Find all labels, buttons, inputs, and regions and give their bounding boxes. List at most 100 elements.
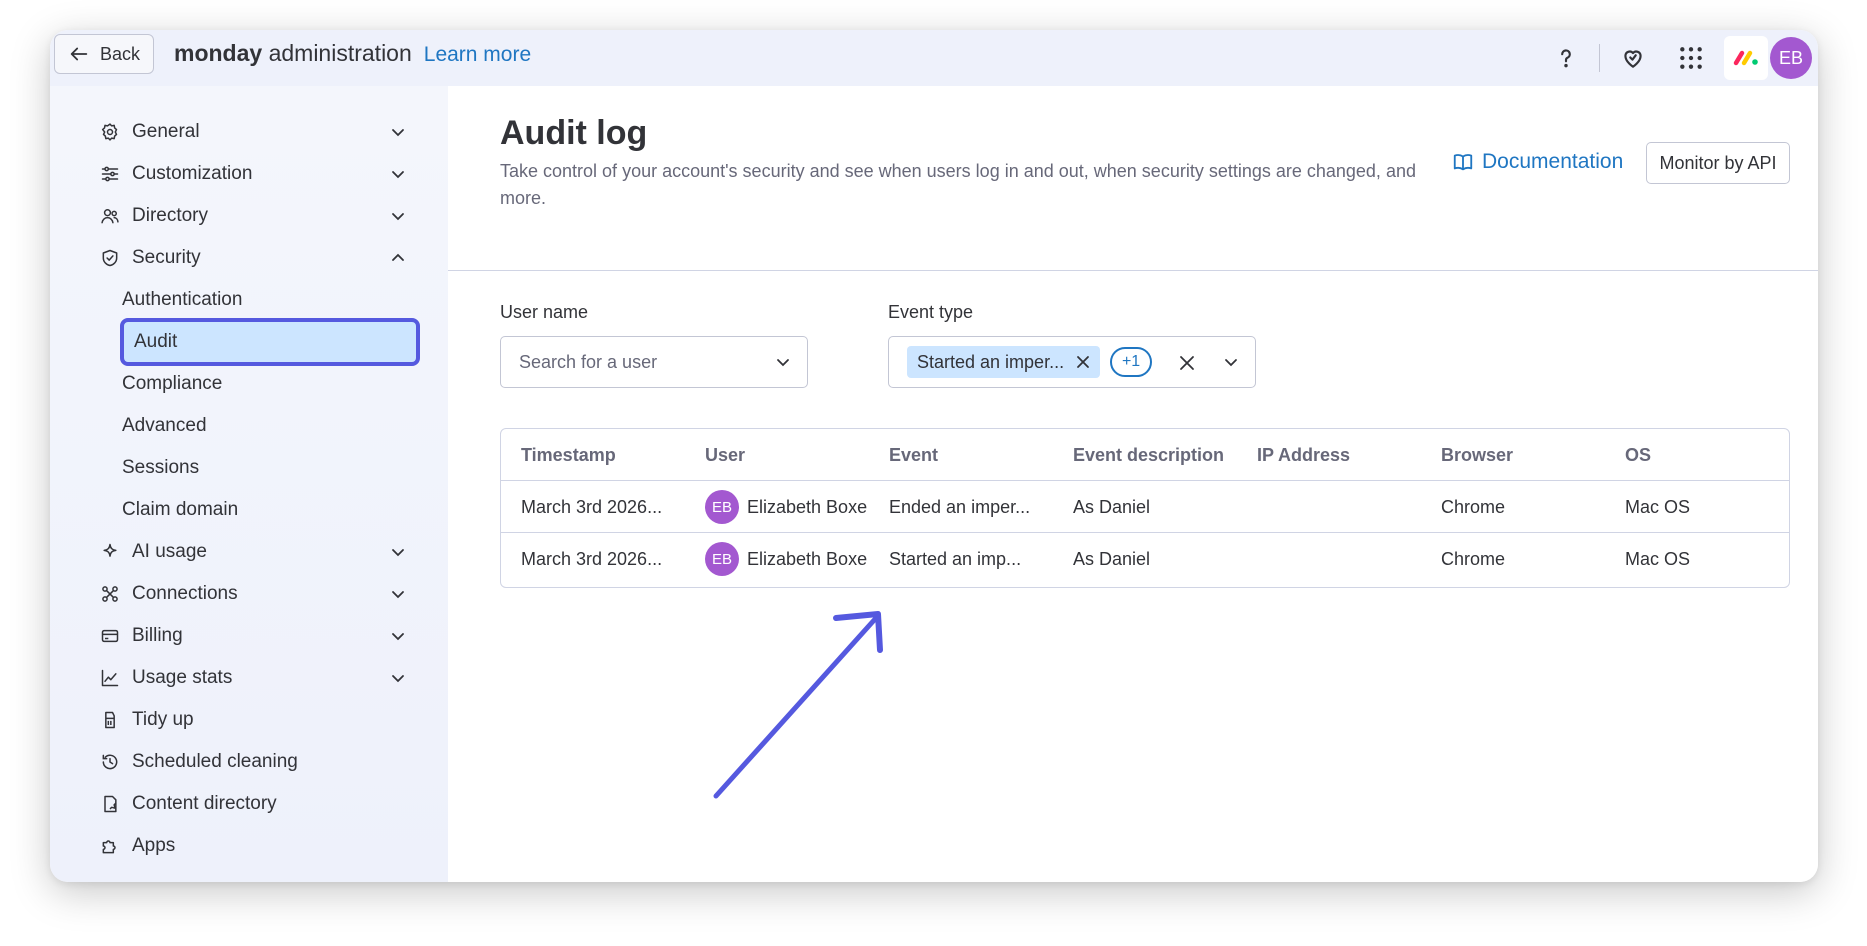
sidebar-item-security[interactable]: Security xyxy=(98,240,408,276)
arrow-left-icon xyxy=(70,47,88,61)
content-icon xyxy=(98,792,122,816)
cell-timestamp: March 3rd 2026... xyxy=(521,496,663,517)
sidebar-subitem-sessions[interactable]: Sessions xyxy=(122,450,422,486)
column-header-timestamp: Timestamp xyxy=(521,444,616,465)
broom-icon xyxy=(98,708,122,732)
sidebar-item-label: Customization xyxy=(132,163,253,184)
more-selected-badge[interactable]: +1 xyxy=(1110,347,1153,377)
sidebar-item-label: Connections xyxy=(132,583,238,604)
sidebar-subitem-compliance[interactable]: Compliance xyxy=(122,366,422,402)
sparkle-icon xyxy=(98,540,122,564)
sidebar-item-label: Security xyxy=(132,247,201,268)
chart-line-icon xyxy=(98,666,122,690)
chevron-down-icon xyxy=(777,359,789,367)
clock-history-icon xyxy=(98,750,122,774)
brand-rest: administration xyxy=(268,40,412,66)
user-search-placeholder: Search for a user xyxy=(519,351,658,372)
sidebar-item-scheduled-cleaning[interactable]: Scheduled cleaning xyxy=(98,744,408,780)
admin-window: Back monday administration Learn more EB xyxy=(50,30,1818,882)
sidebar-item-directory[interactable]: Directory xyxy=(98,198,408,234)
sidebar-item-content-directory[interactable]: Content directory xyxy=(98,786,408,822)
gear-icon xyxy=(98,120,122,144)
user-avatar[interactable]: EB xyxy=(1770,37,1812,79)
back-button[interactable]: Back xyxy=(54,34,154,74)
sidebar-item-apps[interactable]: Apps xyxy=(98,828,408,864)
question-icon xyxy=(1561,49,1571,68)
documentation-link[interactable]: Documentation xyxy=(1452,150,1623,174)
sidebar-subitem-authentication[interactable]: Authentication xyxy=(122,282,422,318)
cell-browser: Chrome xyxy=(1441,548,1506,569)
sidebar-item-label: Tidy up xyxy=(132,709,194,730)
cell-event-description: As Daniel xyxy=(1073,548,1151,569)
sidebar-item-label: Content directory xyxy=(132,793,277,814)
chevron-down-icon xyxy=(392,171,404,179)
header-divider xyxy=(448,270,1818,271)
brand-bold: monday xyxy=(174,40,263,66)
page-title: Audit log xyxy=(500,114,648,152)
sidebar-item-connections[interactable]: Connections xyxy=(98,576,408,612)
monday-logo xyxy=(1724,36,1768,80)
cell-event: Ended an imper... xyxy=(889,496,1031,517)
sidebar-item-general[interactable]: General xyxy=(98,114,408,150)
column-header-ip-address: IP Address xyxy=(1257,444,1351,465)
learn-more-link[interactable]: Learn more xyxy=(424,43,531,67)
chevron-down-icon xyxy=(392,675,404,683)
user-search-select[interactable]: Search for a user xyxy=(500,336,808,388)
monday-logo-icon xyxy=(1733,50,1758,66)
grid-dots-icon xyxy=(1680,47,1702,69)
table-row[interactable]: March 3rd 2026... EB Elizabeth Boxe Ende… xyxy=(501,481,1789,533)
sliders-icon xyxy=(98,162,122,186)
monitor-by-api-button[interactable]: Monitor by API xyxy=(1646,142,1790,184)
help-button[interactable] xyxy=(1543,35,1589,81)
event-type-chip[interactable]: Started an imper... xyxy=(907,346,1101,378)
top-bar: Back monday administration Learn more EB xyxy=(50,30,1818,86)
chevron-down-icon xyxy=(392,213,404,221)
favorites-button[interactable] xyxy=(1610,35,1656,81)
sidebar-item-usage-stats[interactable]: Usage stats xyxy=(98,660,408,696)
cell-os: Mac OS xyxy=(1625,496,1691,517)
sidebar-subitem-claim-domain[interactable]: Claim domain xyxy=(122,492,422,528)
brand-title: monday administration Learn more xyxy=(174,40,531,67)
column-header-os: OS xyxy=(1625,444,1652,465)
sidebar-item-billing[interactable]: Billing xyxy=(98,618,408,654)
cell-os: Mac OS xyxy=(1625,548,1691,569)
user-name-label: User name xyxy=(500,302,589,322)
sidebar-item-customization[interactable]: Customization xyxy=(98,156,408,192)
connections-icon xyxy=(98,582,122,606)
sidebar-item-label: Apps xyxy=(132,835,176,856)
cell-user: EB Elizabeth Boxe xyxy=(705,481,867,533)
sidebar-item-ai-usage[interactable]: AI usage xyxy=(98,534,408,570)
chevron-down-icon xyxy=(1225,359,1237,367)
top-icons: EB xyxy=(1543,30,1818,86)
avatar: EB xyxy=(705,490,739,524)
chip-close-icon[interactable] xyxy=(1076,355,1090,369)
chevron-down-icon xyxy=(392,549,404,557)
shield-icon xyxy=(98,246,122,270)
sidebar-item-label: Billing xyxy=(132,625,183,646)
users-icon xyxy=(98,204,122,228)
table-row[interactable]: March 3rd 2026... EB Elizabeth Boxe Star… xyxy=(501,533,1789,585)
event-type-label: Event type xyxy=(888,302,974,322)
sidebar-subitem-audit[interactable]: Audit xyxy=(120,318,420,366)
sidebar-subitem-advanced[interactable]: Advanced xyxy=(122,408,422,444)
credit-card-icon xyxy=(98,624,122,648)
clear-selection-icon[interactable] xyxy=(1177,353,1197,373)
heart-check-icon xyxy=(1624,50,1642,68)
cell-timestamp: March 3rd 2026... xyxy=(521,548,663,569)
event-type-select[interactable]: Started an imper... +1 xyxy=(888,336,1256,388)
sidebar-item-tidy-up[interactable]: Tidy up xyxy=(98,702,408,738)
cell-browser: Chrome xyxy=(1441,496,1506,517)
cell-event: Started an imp... xyxy=(889,548,1022,569)
cell-user-name: Elizabeth Boxe xyxy=(747,548,868,569)
chevron-up-icon xyxy=(392,253,404,261)
sidebar: General Customization Directory Security… xyxy=(50,86,448,882)
apps-grid-button[interactable] xyxy=(1668,35,1714,81)
back-label: Back xyxy=(99,43,141,64)
event-chip-label: Started an imper... xyxy=(917,351,1065,372)
book-icon xyxy=(1453,154,1473,171)
chevron-down-icon xyxy=(392,633,404,641)
sidebar-item-label: Usage stats xyxy=(132,667,233,688)
main-content: Audit log Take control of your account's… xyxy=(448,86,1818,882)
cell-user: EB Elizabeth Boxe xyxy=(705,533,867,585)
column-header-user: User xyxy=(705,444,746,465)
